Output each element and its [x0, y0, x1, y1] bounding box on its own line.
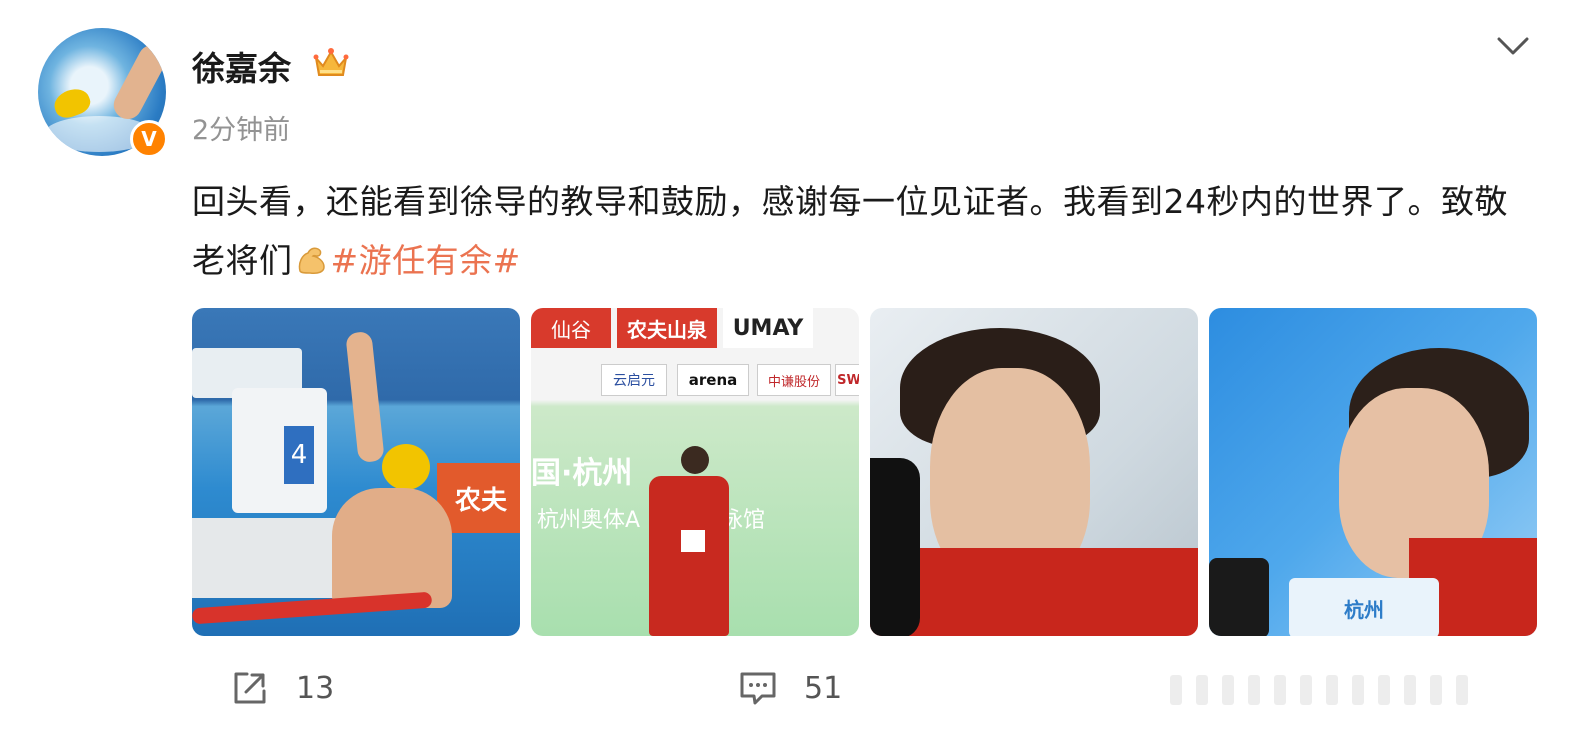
username[interactable]: 徐嘉余: [192, 42, 291, 90]
flexed-biceps-emoji: [298, 247, 325, 274]
like-button-obscured[interactable]: [1170, 672, 1540, 708]
banner-sponsor: SW: [835, 364, 859, 396]
comment-icon: [740, 672, 776, 705]
verified-badge-icon: V: [130, 120, 168, 158]
post-text: 回头看，还能看到徐导的教导和鼓励，感谢每一位见证者。我看到24秒内的世界了。致敬…: [192, 172, 1522, 290]
banner-sponsor: UMAY: [723, 308, 813, 348]
comment-button[interactable]: 51: [738, 666, 842, 710]
photo-1[interactable]: 4 农夫: [192, 308, 520, 636]
banner-sponsor: 仙谷: [531, 308, 611, 348]
banner-sponsor: 云启元: [601, 364, 667, 396]
mic-label: 杭州: [1289, 578, 1439, 636]
share-button[interactable]: 13: [230, 666, 334, 710]
banner-sponsor: 中谦股份: [757, 364, 831, 396]
share-icon: [234, 672, 266, 704]
banner-sponsor: arena: [677, 364, 749, 396]
crown-icon: [313, 48, 349, 76]
photo-3[interactable]: [870, 308, 1198, 636]
post-time: 2分钟前: [192, 115, 291, 146]
comment-count: 51: [804, 670, 843, 706]
photo-2[interactable]: 仙谷 农夫山泉 UMAY 云启元 arena 中谦股份 SW 国·杭州 杭州奥体…: [531, 308, 859, 636]
banner-sponsor: 农夫山泉: [617, 308, 717, 348]
share-count: 13: [296, 670, 335, 706]
chevron-down-icon[interactable]: [1496, 34, 1530, 58]
wall-text: 国·杭州: [531, 456, 633, 491]
hashtag-link[interactable]: #游任有余#: [331, 241, 521, 280]
wall-text: 杭州奥体A: [537, 508, 641, 533]
photo-4[interactable]: 杭州: [1209, 308, 1537, 636]
